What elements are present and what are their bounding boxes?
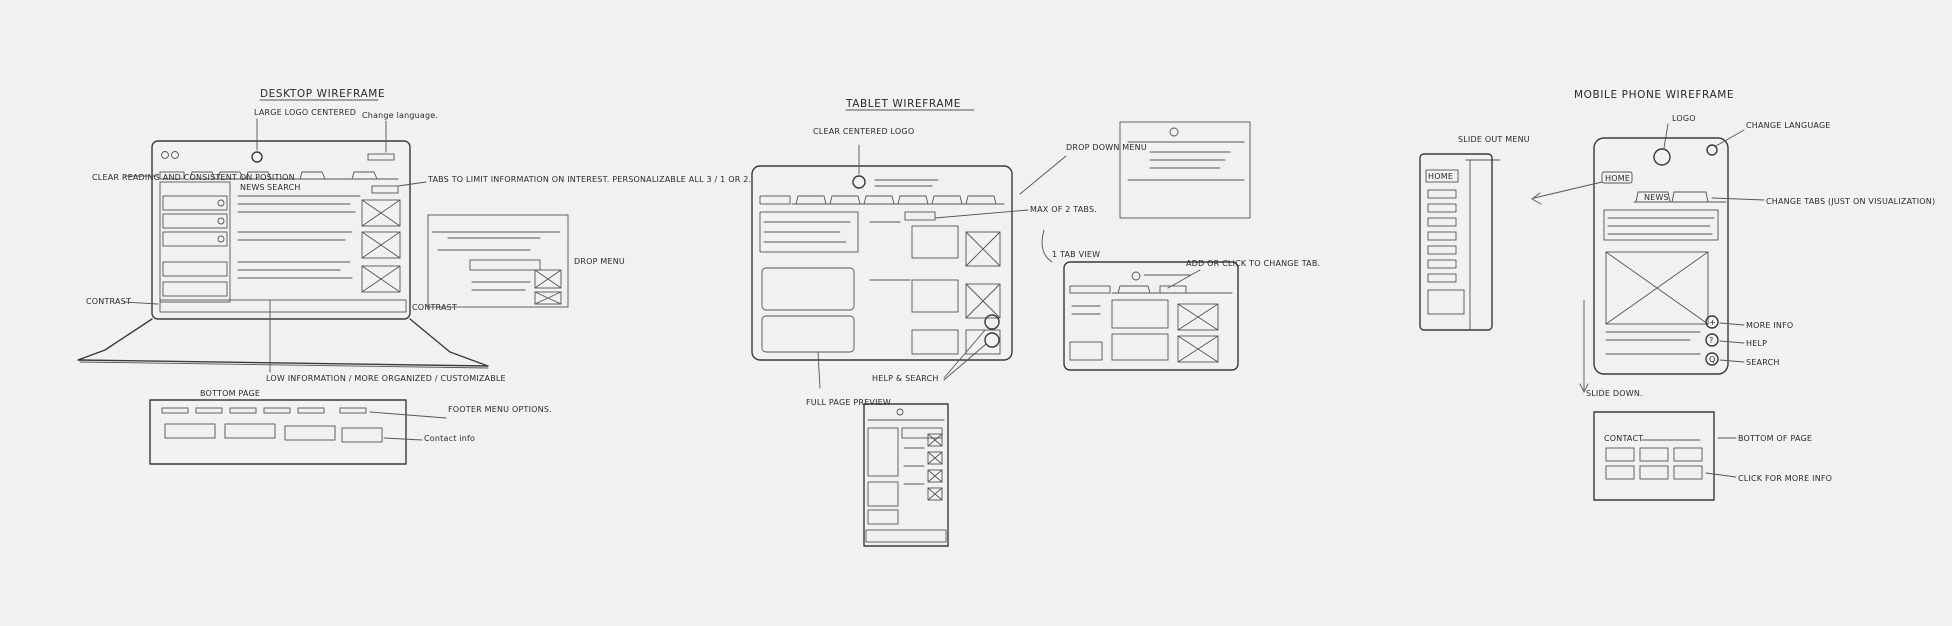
mobile-label-bottom: BOTTOM OF PAGE [1738, 434, 1812, 443]
mobile-more-info-box[interactable] [1673, 465, 1703, 480]
mobile-label-search: SEARCH [1746, 358, 1780, 367]
mobile-label-slide-down: SLIDE DOWN. [1586, 389, 1643, 398]
desktop-label-contrast-right: CONTRAST [412, 303, 457, 312]
tablet-title: TABLET WIREFRAME [845, 98, 961, 110]
desktop-label-menu: CLEAR READING AND CONSISTENT ON POSITION [92, 173, 295, 182]
mobile-tab-home[interactable]: HOME [1605, 174, 1630, 183]
desktop-tab-search[interactable]: SEARCH [267, 183, 301, 192]
tablet-logo-circle [852, 175, 866, 189]
tablet-label-logo: CLEAR CENTERED LOGO [813, 127, 914, 136]
desktop-label-drop-menu: DROP MENU [574, 257, 625, 266]
wireframe-sketch-canvas: DESKTOP WIREFRAME NEWS SEARCH LARGE LOGO… [77, 88, 1935, 547]
desktop-laptop-base [77, 318, 489, 367]
desktop-label-logo: LARGE LOGO CENTERED [254, 108, 356, 117]
mobile-more-info-icon: + [1709, 318, 1716, 327]
desktop-label-bottom-page: BOTTOM PAGE [200, 389, 260, 398]
mobile-search-icon: Q [1709, 355, 1716, 364]
mobile-title: MOBILE PHONE WIREFRAME [1574, 89, 1734, 101]
desktop-title: DESKTOP WIREFRAME [260, 88, 385, 100]
desktop-label-language: Change language. [362, 111, 438, 120]
mobile-bottom-of-page [1593, 411, 1715, 501]
desktop-label-tabs: TABS TO LIMIT INFORMATION ON INTEREST. P… [427, 175, 751, 184]
mobile-bottom-contact: CONTACT [1604, 434, 1643, 443]
mobile-logo-circle [1653, 148, 1671, 166]
desktop-label-info: LOW INFORMATION / MORE ORGANIZED / CUSTO… [266, 374, 506, 383]
mobile-tab-news[interactable]: NEWS [1644, 193, 1669, 202]
mobile-label-change-tabs: CHANGE TABS (JUST ON VISUALIZATION) [1766, 197, 1935, 206]
desktop-label-contrast: CONTRAST [86, 297, 131, 306]
mobile-label-language: CHANGE LANGUAGE [1746, 121, 1831, 130]
mobile-language-button[interactable] [1706, 144, 1718, 156]
tablet-drop-menu-preview [1119, 121, 1251, 219]
tablet-full-page-preview [863, 403, 949, 547]
desktop-wireframe: DESKTOP WIREFRAME NEWS SEARCH LARGE LOGO… [77, 88, 751, 465]
desktop-content-area [237, 195, 401, 293]
mobile-label-click-more: CLICK FOR MORE INFO [1738, 474, 1832, 483]
mobile-menu-home[interactable]: HOME [1428, 172, 1453, 181]
mobile-wireframe: MOBILE PHONE WIREFRAME SLIDE OUT MENU HO… [1419, 89, 1935, 501]
tablet-one-tab-view [1063, 261, 1239, 371]
tablet-label-tab-view: 1 TAB VIEW [1052, 250, 1100, 259]
desktop-logo-circle [251, 151, 263, 163]
tablet-label-drop-menu: DROP DOWN MENU [1066, 143, 1147, 152]
desktop-drop-menu-preview [427, 214, 569, 308]
desktop-label-contact: Contact info [424, 434, 475, 443]
tablet-help-button[interactable] [984, 314, 1000, 330]
tablet-label-full-page: FULL PAGE PREVIEW [806, 398, 891, 407]
mobile-label-more-info: MORE INFO [1746, 321, 1793, 330]
tablet-label-add-click: ADD OR CLICK TO CHANGE TAB. [1186, 259, 1320, 268]
mobile-help-icon: ? [1709, 336, 1713, 345]
tablet-tab-row[interactable] [791, 195, 1005, 205]
desktop-language-box[interactable] [367, 153, 395, 161]
tablet-wireframe: TABLET WIREFRAME CLEAR CENTERED LOGO DRO… [751, 98, 1320, 547]
mobile-label-slide-menu: SLIDE OUT MENU [1458, 135, 1530, 144]
tablet-search-button[interactable] [984, 332, 1000, 348]
desktop-label-footer-menu: FOOTER MENU OPTIONS. [448, 405, 552, 414]
mobile-label-help: HELP [1746, 339, 1767, 348]
tablet-label-help-search: HELP & SEARCH [872, 374, 939, 383]
mobile-label-logo: LOGO [1672, 114, 1696, 123]
tablet-label-max-tabs: MAX OF 2 TABS. [1030, 205, 1097, 214]
desktop-tab-news[interactable]: NEWS [240, 183, 265, 192]
tablet-frame [751, 165, 1013, 361]
